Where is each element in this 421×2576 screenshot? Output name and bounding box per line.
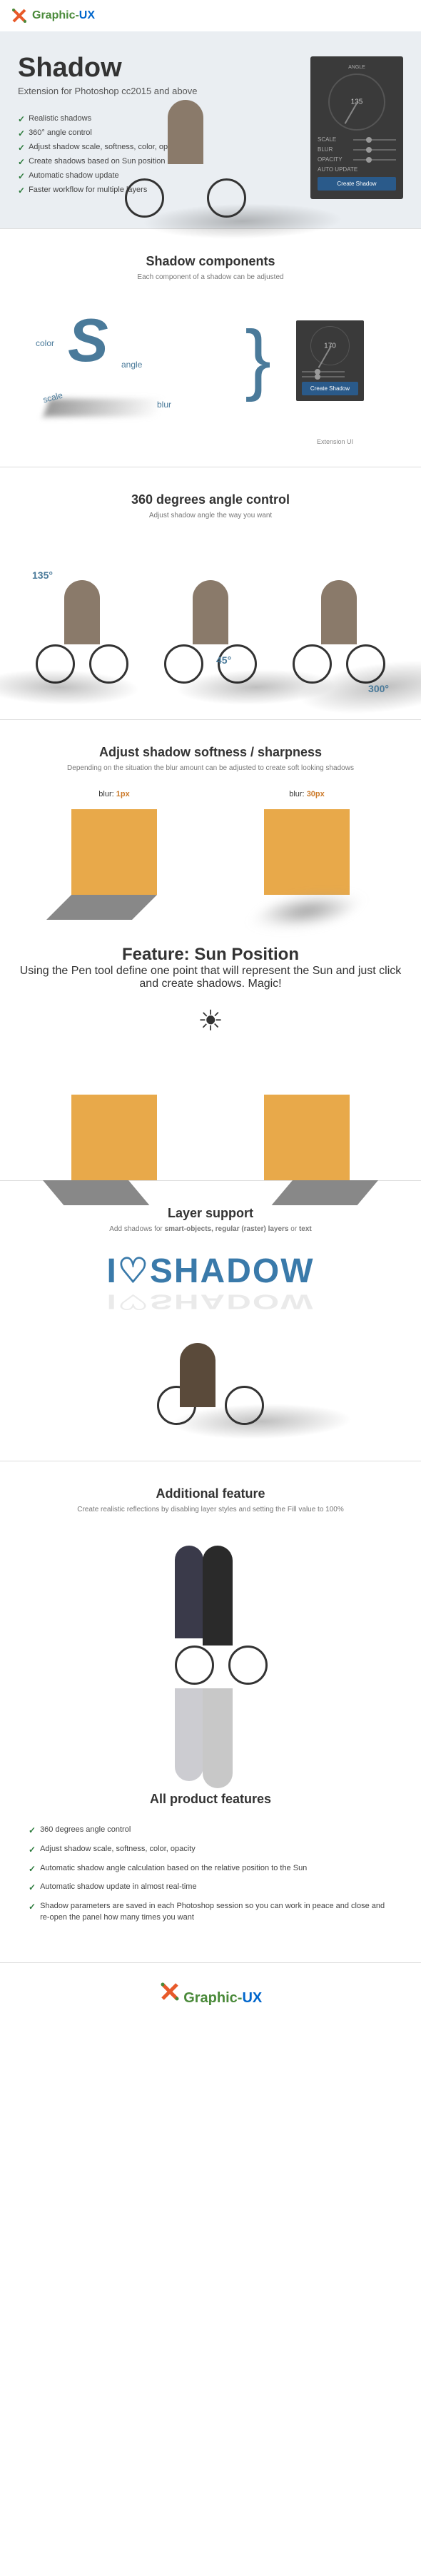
blur-1px-demo: blur: 1px	[71, 790, 157, 895]
opacity-label: OPACITY	[318, 156, 343, 163]
section-desc: Each component of a shadow can be adjust…	[18, 273, 403, 281]
feature-item: ✓Shadow parameters are saved in each Pho…	[29, 1901, 392, 1923]
check-icon: ✓	[29, 1844, 36, 1856]
logo-icon	[11, 7, 28, 24]
feature-item: ✓Automatic shadow update in almost real-…	[29, 1882, 392, 1894]
section-title: Layer support	[18, 1206, 403, 1221]
cyclist-image	[114, 86, 257, 228]
s-letter-demo: S	[68, 306, 108, 376]
check-icon: ✓	[18, 171, 25, 181]
check-icon: ✓	[18, 128, 25, 138]
feature-item: ✓360 degrees angle control	[29, 1825, 392, 1837]
section-title: Additional feature	[18, 1486, 403, 1501]
shadow-text-reflection: I♡SHADOW	[18, 1289, 403, 1314]
blur-slider[interactable]	[353, 149, 396, 151]
section-desc: Create realistic reflections by disablin…	[18, 1506, 403, 1513]
sun-icon: ☀	[18, 1005, 403, 1038]
couple-bike-image	[139, 1531, 282, 1731]
biker-image	[146, 1329, 275, 1429]
angle-demo-135: 135°	[25, 566, 139, 694]
feature-item: ✓Automatic shadow angle calculation base…	[29, 1863, 392, 1875]
logo-text: Graphic-UX	[32, 9, 95, 22]
check-icon: ✓	[29, 1882, 36, 1894]
brace-icon: }	[245, 313, 271, 404]
small-extension-panel: 170 Create Shadow	[296, 320, 364, 401]
components-section: Shadow components Each component of a sh…	[0, 228, 421, 467]
logo-text: Graphic-UX	[183, 1990, 262, 2006]
header-logo[interactable]: Graphic-UX	[0, 0, 421, 31]
create-shadow-button[interactable]: Create Shadow	[318, 177, 396, 191]
section-title: Adjust shadow softness / sharpness	[18, 745, 403, 760]
check-icon: ✓	[18, 186, 25, 196]
check-icon: ✓	[29, 1825, 36, 1837]
angle-demo-45: 45°	[153, 566, 268, 694]
panel-angle-label: ANGLE	[318, 65, 396, 70]
check-icon: ✓	[29, 1901, 36, 1923]
sun-box-right	[264, 1095, 350, 1180]
scale-label: SCALE	[318, 136, 336, 143]
softness-section: Adjust shadow softness / sharpness Depen…	[0, 719, 421, 920]
angle-dial[interactable]: 135	[328, 73, 385, 131]
section-title: Shadow components	[18, 254, 403, 269]
angle-label: angle	[121, 360, 142, 370]
angle-control-section: 360 degrees angle control Adjust shadow …	[0, 467, 421, 719]
layer-support-section: Layer support Add shadows for smart-obje…	[0, 1180, 421, 1461]
section-desc: Add shadows for smart-objects, regular (…	[18, 1225, 403, 1233]
sun-position-section: Feature: Sun Position Using the Pen tool…	[0, 920, 421, 1180]
check-icon: ✓	[18, 157, 25, 167]
blur-label: BLUR	[318, 146, 333, 153]
section-desc: Adjust shadow angle the way you want	[18, 512, 403, 519]
small-dial[interactable]: 170	[310, 326, 350, 365]
section-desc: Using the Pen tool define one point that…	[18, 965, 403, 990]
section-title: Feature: Sun Position	[18, 945, 403, 965]
slider[interactable]	[302, 371, 345, 372]
auto-update-label: AUTO UPDATE	[318, 166, 357, 173]
scale-slider[interactable]	[353, 139, 396, 141]
logo-icon	[159, 1981, 181, 2002]
opacity-slider[interactable]	[353, 159, 396, 161]
section-title: 360 degrees angle control	[18, 492, 403, 507]
extension-ui-label: Extension UI	[317, 438, 353, 445]
hero-section: Shadow Extension for Photoshop cc2015 an…	[0, 31, 421, 228]
footer-logo[interactable]: Graphic-UX	[0, 1962, 421, 2035]
color-label: color	[36, 338, 54, 348]
sun-box-left	[71, 1095, 157, 1180]
section-title: All product features	[29, 1792, 392, 1807]
check-icon: ✓	[18, 114, 25, 124]
blur-30px-demo: blur: 30px	[264, 790, 350, 895]
additional-feature-section: Additional feature Create realistic refl…	[0, 1461, 421, 1767]
slider[interactable]	[302, 376, 345, 377]
extension-panel: ANGLE 135 SCALE BLUR OPACITY AUTO UPDATE…	[310, 56, 403, 199]
angle-demo-300: 300°	[282, 566, 396, 694]
feature-item: ✓Adjust shadow scale, softness, color, o…	[29, 1844, 392, 1856]
check-icon: ✓	[29, 1863, 36, 1875]
check-icon: ✓	[18, 143, 25, 153]
section-desc: Depending on the situation the blur amou…	[18, 764, 403, 772]
all-features-section: All product features ✓360 degrees angle …	[0, 1767, 421, 1955]
shadow-text-demo: I♡SHADOW	[18, 1251, 403, 1291]
create-shadow-button[interactable]: Create Shadow	[302, 382, 358, 395]
blur-label: blur	[157, 400, 171, 410]
